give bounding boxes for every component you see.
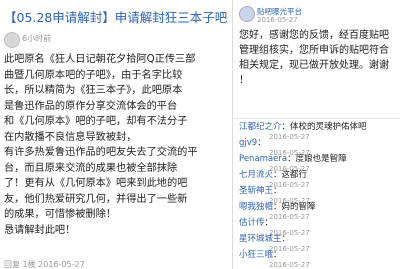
official-reply-line: ！ [239, 75, 249, 86]
post-body-line: 的成果，可惜惨被删除！ [4, 209, 117, 220]
post-body-line: 有许多热爱鲁迅作品的吧友失去了交流的平 [4, 147, 198, 158]
comment-text: 体校的灵魂护佑体吧 [290, 122, 367, 132]
post-footer: 回复 1楼 2016-05-27 [4, 260, 85, 269]
post-body-line: 了！更有从《几何原本》吧来到此地的吧 [4, 178, 188, 189]
official-reply-line: 您好，感谢您的反馈，经百度贴吧 [239, 30, 389, 41]
comment-text: 这都行 [281, 170, 308, 180]
comment-sep: ： [287, 154, 296, 164]
avatar[interactable] [239, 6, 255, 22]
official-reply-line: 管理组核实，您所申诉的贴吧符合 [239, 45, 389, 56]
comment-user[interactable]: 圣斩神王 [239, 186, 273, 196]
post-body-line: 恳请解封此吧！ [4, 224, 76, 236]
post-body-line: 在内散播不良信息导致被封， [4, 131, 137, 143]
comment-sep: ： [273, 170, 282, 180]
avatar[interactable] [4, 32, 20, 48]
divider [233, 118, 400, 119]
post-body-line: 台，而且原来交流的成果也被全部抹除 [4, 162, 178, 174]
post-body-line: 是鲁迅作品的原作分享交流体会的平台 [4, 100, 178, 112]
post-body-line: 此吧原名《狂人日记朝花夕拾阿Q正传三部 [4, 54, 196, 65]
comment-text: 度娘也是智障 [295, 154, 347, 164]
post-body-line: 友，他们热爱研究几何，并得出了一些新 [4, 193, 188, 205]
post-body-line: 和《几何原本》吧的子吧，却有不法分子 [4, 116, 188, 127]
reply-date: 2016-05-27 [257, 16, 298, 24]
post-title[interactable]: 【05.28申请解封】申请解封狂三本子吧 [4, 10, 228, 26]
reply-header: 贴吧曝光平台 2016-05-27 [239, 6, 399, 24]
post-time: 6小时前 [22, 34, 52, 43]
post-body: 此吧原名《狂人日记朝花夕拾阿Q正传三部 曲暨几何原本吧的子吧》，由于名字比较 长… [4, 52, 228, 238]
comment-sep: ： [273, 186, 282, 196]
comment-date: 2016-05-27 [269, 261, 310, 269]
comment-user[interactable]: 小狂三哦 [239, 250, 273, 260]
comment-sep: ： [264, 218, 274, 228]
comment-user[interactable]: Penamaera [239, 154, 287, 164]
comment-sep: ： [281, 122, 291, 132]
comment-sep: ： [273, 202, 282, 212]
comment-sep: ： [273, 250, 282, 260]
post-body-line: 长，所以精简为《狂三本子》，此吧原本 [4, 85, 183, 96]
official-reply-line: 相关规定，现已做开放处理。谢谢 [239, 60, 389, 71]
comment-item: 小狂三哦： 2016-05-27 [239, 250, 399, 269]
comment-sep: ： [257, 138, 266, 148]
comment-user[interactable]: 嗯我独帽 [239, 202, 273, 212]
comment-user[interactable]: 江都纪之介 [239, 122, 282, 132]
post-body-line: 曲暨几何原本吧的子吧》，由于名字比较 [4, 69, 183, 81]
comment-user[interactable]: 星环城城主 [239, 234, 282, 244]
comment-user[interactable]: gjv9 [239, 138, 257, 148]
comment-sep: ： [281, 234, 291, 244]
comment-text: 妈的智障 [281, 202, 316, 212]
comment-user[interactable]: 估计传 [239, 218, 265, 228]
official-reply: 您好，感谢您的反馈，经百度贴吧 管理组核实，您所申诉的贴吧符合 相关规定，现已做… [239, 28, 399, 88]
reply-panel: 贴吧曝光平台 2016-05-27 您好，感谢您的反馈，经百度贴吧 管理组核实，… [232, 0, 400, 269]
comment-user[interactable]: 七月流火 [239, 170, 273, 180]
post-panel: 【05.28申请解封】申请解封狂三本子吧 6小时前 此吧原名《狂人日记朝花夕拾阿… [0, 0, 228, 269]
